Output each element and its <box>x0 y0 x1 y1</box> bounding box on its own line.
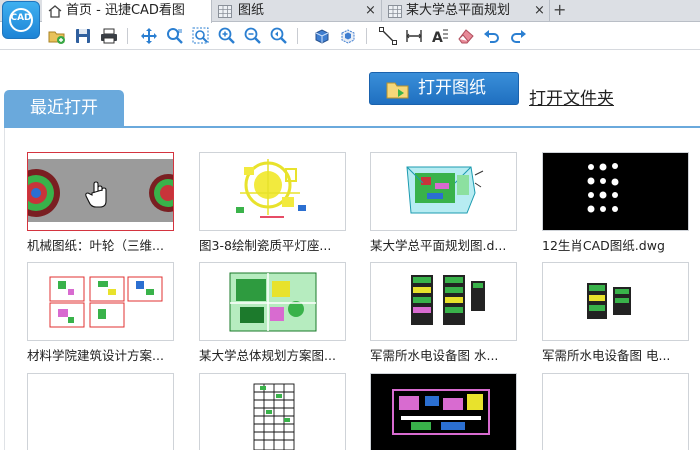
tab-label: 某大学总平面规划 <box>406 3 511 18</box>
svg-text:A: A <box>432 30 443 46</box>
zoom-window-icon[interactable] <box>191 26 211 46</box>
file-name: 12生肖CAD图纸.dwg <box>542 238 665 253</box>
grid-doc-icon <box>218 4 232 18</box>
open-file-icon[interactable] <box>47 26 67 46</box>
file-thumbnail[interactable] <box>199 152 346 231</box>
zoom-out-icon[interactable] <box>243 26 263 46</box>
grid-doc-icon <box>388 4 402 18</box>
file-name: 材料学院建筑设计方案... <box>27 348 164 363</box>
tab-home[interactable]: 首页 - 迅捷CAD看图 <box>42 0 212 23</box>
file-thumbnail[interactable] <box>370 262 517 341</box>
file-thumbnail[interactable] <box>199 373 346 450</box>
file-thumbnail[interactable] <box>27 152 174 231</box>
tab-university-plan[interactable]: 某大学总平面规划 × <box>382 0 550 22</box>
tab-bar: 首页 - 迅捷CAD看图 图纸 × 某大学总平面规划 × + <box>0 0 700 23</box>
measure-length-icon[interactable] <box>404 26 424 46</box>
save-icon[interactable] <box>73 26 93 46</box>
tab-label: 图纸 <box>238 3 265 18</box>
zoom-in-icon[interactable] <box>217 26 237 46</box>
home-icon <box>48 4 62 18</box>
file-name: 某大学总体规划方案图... <box>199 348 336 363</box>
open-drawing-label: 打开图纸 <box>418 78 486 98</box>
file-thumbnail[interactable] <box>542 262 689 341</box>
folder-icon <box>386 79 410 101</box>
close-icon[interactable]: × <box>534 0 545 21</box>
zoom-previous-icon[interactable] <box>269 26 289 46</box>
file-thumbnail[interactable] <box>27 373 174 450</box>
measure-distance-icon[interactable] <box>378 26 398 46</box>
file-thumbnail[interactable] <box>370 152 517 231</box>
logo-text: CAD <box>10 13 32 23</box>
file-name: 军需所水电设备图 水... <box>370 348 499 363</box>
tab-label: 首页 - 迅捷CAD看图 <box>66 3 185 18</box>
new-tab-button[interactable]: + <box>553 0 566 22</box>
file-name: 图3-8绘制瓷质平灯座... <box>199 238 332 253</box>
file-thumbnail[interactable] <box>542 373 689 450</box>
file-name: 机械图纸：叶轮（三维... <box>27 238 164 253</box>
text-icon[interactable]: A <box>430 26 450 46</box>
close-icon[interactable]: × <box>365 0 376 21</box>
3d-view-icon[interactable] <box>312 26 332 46</box>
file-thumbnail[interactable] <box>370 373 517 450</box>
app-logo: CAD <box>2 1 40 39</box>
open-drawing-button[interactable]: 打开图纸 <box>369 72 519 105</box>
file-thumbnail[interactable] <box>199 262 346 341</box>
3d-orbit-icon[interactable] <box>338 26 358 46</box>
open-folder-link[interactable]: 打开文件夹 <box>529 84 614 109</box>
recent-files-panel: 机械图纸：叶轮（三维... 图3-8绘制瓷质平灯座... 某大学总平面规划图.d… <box>4 128 700 450</box>
file-thumbnail[interactable] <box>542 152 689 231</box>
undo-icon[interactable] <box>482 26 502 46</box>
file-thumbnail[interactable] <box>27 262 174 341</box>
pan-icon[interactable] <box>139 26 159 46</box>
toolbar: A <box>42 23 700 49</box>
eraser-icon[interactable] <box>456 26 476 46</box>
toolbar-divider <box>0 49 700 50</box>
redo-icon[interactable] <box>508 26 528 46</box>
tab-drawing[interactable]: 图纸 × <box>212 0 382 22</box>
print-icon[interactable] <box>99 26 119 46</box>
zoom-realtime-icon[interactable] <box>165 26 185 46</box>
recent-files-tab[interactable]: 最近打开 <box>4 90 124 127</box>
file-name: 军需所水电设备图 电... <box>542 348 671 363</box>
file-name: 某大学总平面规划图.d... <box>370 238 507 253</box>
cad-viewer-window: 首页 - 迅捷CAD看图 图纸 × 某大学总平面规划 × + CAD A 打开图… <box>0 0 700 450</box>
recent-files-label: 最近打开 <box>30 98 98 118</box>
